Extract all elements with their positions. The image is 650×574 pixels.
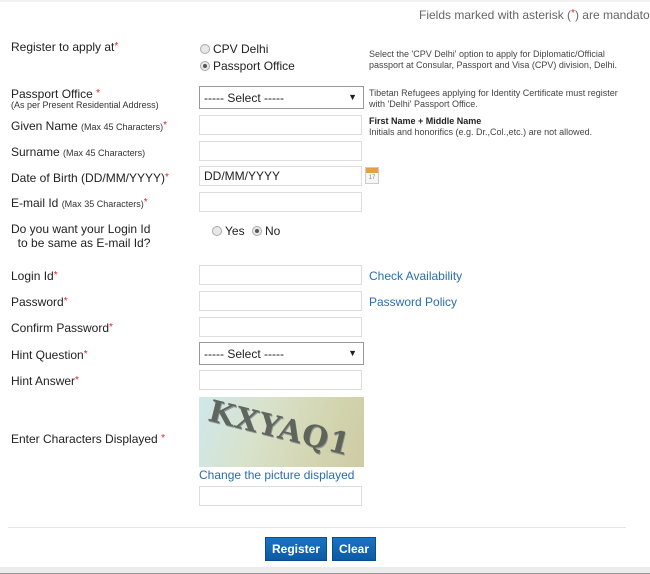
given-name-input[interactable] [199,115,362,135]
radio-label: CPV Delhi [213,42,269,56]
label-text: Register to apply at [11,40,115,54]
mandatory-notice: Fields marked with asterisk (*) are mand… [419,8,650,22]
login-id-input[interactable] [199,265,362,285]
email-label: E-mail Id (Max 35 Characters)* [11,196,148,211]
asterisk: * [143,197,148,208]
label-text: Given Name [11,119,78,133]
captcha-text: KXYAQ1 [204,397,355,464]
label-text: Passport Office [11,87,93,101]
captcha-image: KXYAQ1 [199,397,364,467]
notice-text: Fields marked with asterisk ( [419,8,572,22]
divider [8,527,626,528]
label-text: Confirm Password [11,321,110,335]
register-at-help: Select the 'CPV Delhi' option to apply f… [369,49,617,70]
dob-label: Date of Birth (DD/MM/YYYY)* [11,171,169,185]
radio-button[interactable] [212,226,222,236]
asterisk: * [161,433,165,444]
asterisk: * [63,296,68,307]
radio-login-same-yes[interactable]: Yes [212,224,245,238]
label-text: Hint Question [11,348,84,362]
footer-bar [0,567,650,574]
register-at-label: Register to apply at* [11,40,118,54]
password-policy-link[interactable]: Password Policy [369,295,457,309]
calendar-day: 17 [368,175,376,181]
dropdown-arrow-icon: ▼ [348,348,357,358]
clear-button[interactable]: Clear [332,537,377,561]
select-value: ----- Select ----- [204,91,284,105]
password-label: Password* [11,295,68,309]
surname-input[interactable] [199,141,362,161]
radio-label: Yes [225,224,245,238]
radio-label: No [265,224,281,238]
login-id-label: Login Id* [11,269,58,283]
dropdown-arrow-icon: ▼ [348,92,357,102]
passport-office-sublabel: (As per Present Residential Address) [11,100,159,110]
hint-answer-input[interactable] [199,370,362,390]
radio-label: Passport Office [213,59,295,73]
help-title: First Name + Middle Name [369,116,482,126]
register-button[interactable]: Register [265,537,328,561]
select-value: ----- Select ----- [204,347,284,361]
label-line1: Do you want your Login Id [11,222,151,236]
check-availability-link[interactable]: Check Availability [369,269,462,283]
dob-input[interactable] [199,166,362,186]
email-input[interactable] [199,192,362,212]
help-text: Initials and honorifics (e.g. Dr.,Col.,e… [369,127,593,137]
given-name-help: First Name + Middle Name Initials and ho… [369,116,629,138]
surname-label: Surname (Max 45 Characters) [11,145,145,160]
change-picture-link[interactable]: Change the picture displayed [199,468,354,482]
radio-button[interactable] [252,226,262,236]
radio-passport-office[interactable]: Passport Office [200,59,295,73]
passport-office-select[interactable]: ----- Select ----- ▼ [199,86,364,109]
asterisk: * [163,120,167,131]
confirm-password-label: Confirm Password* [11,321,113,335]
label-line2: to be same as E-mail Id? [17,236,151,250]
asterisk: * [83,349,88,360]
label-text: Surname [11,145,60,159]
hint-answer-label: Hint Answer* [11,374,79,388]
asterisk: * [96,88,101,99]
label-hint: (Max 45 Characters) [63,148,146,158]
notice-text-end: ) are mandato [574,8,650,22]
radio-button[interactable] [200,61,210,71]
label-text: Enter Characters Displayed [11,432,158,446]
radio-button[interactable] [200,44,210,54]
asterisk: * [53,270,58,281]
label-text: Login Id [11,269,54,283]
captcha-input[interactable] [199,486,362,506]
label-text: Hint Answer [11,374,76,388]
radio-cpv-delhi[interactable]: CPV Delhi [200,42,268,56]
label-hint: (Max 35 Characters) [61,199,144,209]
login-same-label: Do you want your Login Id to be same as … [11,222,150,250]
captcha-label: Enter Characters Displayed * [11,432,165,446]
asterisk: * [109,322,113,333]
top-border [0,0,650,2]
calendar-icon[interactable]: 17 [365,167,379,184]
label-text: Password [11,295,64,309]
passport-office-help: Tibetan Refugees applying for Identity C… [369,88,618,109]
given-name-label: Given Name (Max 45 Characters)* [11,119,167,134]
label-hint: (Max 45 Characters) [81,122,164,132]
password-input[interactable] [199,291,362,311]
asterisk: * [165,172,169,183]
radio-login-same-no[interactable]: No [252,224,280,238]
hint-question-label: Hint Question* [11,348,88,362]
hint-question-select[interactable]: ----- Select ----- ▼ [199,342,364,365]
label-text: Date of Birth (DD/MM/YYYY) [11,171,166,185]
asterisk: * [114,41,119,52]
passport-office-label: Passport Office * [11,87,100,101]
confirm-password-input[interactable] [199,317,362,337]
label-text: E-mail Id [11,196,59,210]
asterisk: * [75,375,79,386]
